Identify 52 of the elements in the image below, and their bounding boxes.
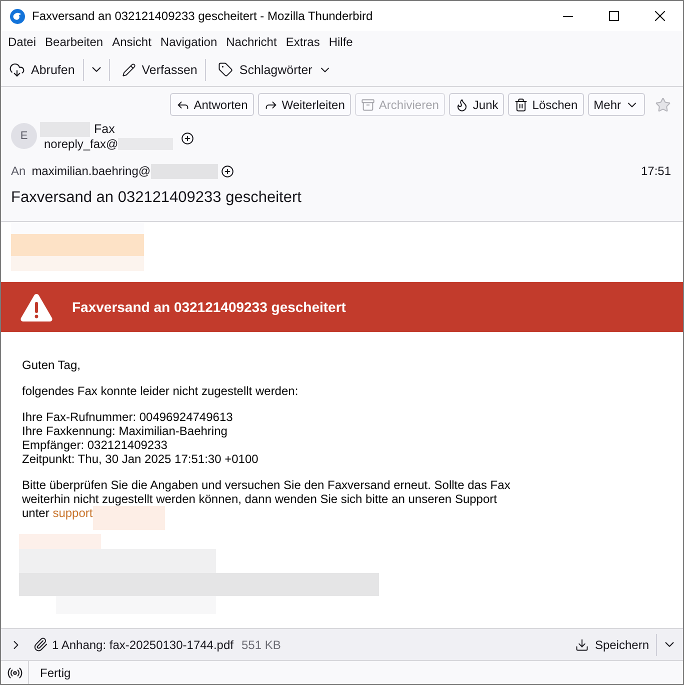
banner-title: Faxversand an 032121409233 gescheitert xyxy=(72,299,346,315)
menu-item[interactable]: Navigation xyxy=(156,33,222,51)
avatar: E xyxy=(11,123,37,149)
paperclip-icon xyxy=(33,637,48,652)
maximize-icon xyxy=(609,11,619,21)
plus-circle-icon[interactable] xyxy=(181,132,194,144)
window-title: Faxversand an 032121409233 gescheitert - Mozilla Thunderbird xyxy=(32,9,373,23)
body-text: Empfänger: 032121409233 xyxy=(22,438,168,452)
tag-icon xyxy=(218,62,234,77)
more-menu-button[interactable]: Mehr xyxy=(588,93,645,116)
menu-item[interactable]: Nachricht xyxy=(222,33,281,51)
get-messages-button[interactable]: Abrufen xyxy=(4,56,80,82)
app-logo-icon xyxy=(10,8,25,24)
menu-item[interactable]: Ansicht xyxy=(108,33,156,51)
body-text: Ihre Fax-Rufnummer: 00496924749613 xyxy=(22,410,233,424)
archive-icon xyxy=(360,98,375,112)
attachment-size: 551 KB xyxy=(242,638,281,652)
download-icon xyxy=(574,638,589,652)
trash-icon xyxy=(514,98,528,112)
body-text: Guten Tag, xyxy=(22,358,80,372)
body-text: Ihre Faxkennung: Maximilian-Baehring xyxy=(22,424,228,438)
save-button[interactable]: Speichern xyxy=(570,632,653,658)
status-text: Fertig xyxy=(40,666,71,680)
menu-item[interactable]: Datei xyxy=(4,33,40,51)
tags-button[interactable]: Schlagwörter xyxy=(213,56,338,82)
message-action-button[interactable]: Weiterleiten xyxy=(258,93,351,116)
close-icon xyxy=(655,11,665,21)
message-subject: Faxversand an 032121409233 gescheitert xyxy=(11,189,302,207)
menu-item[interactable]: Extras xyxy=(282,33,324,51)
cloud-download-icon xyxy=(9,62,25,78)
message-action-button[interactable]: Löschen xyxy=(508,93,584,116)
message-action-button[interactable]: Antworten xyxy=(170,93,254,116)
body-text: folgendes Fax konnte leider nicht zugestellt werden: xyxy=(22,384,298,398)
attachment-summary: 1 Anhang: fax-20250130-1744.pdf xyxy=(52,638,234,652)
plus-circle-icon[interactable] xyxy=(220,164,234,178)
sender-name: Fax xyxy=(94,122,115,136)
pencil-icon xyxy=(122,62,136,76)
recipient-email: maximilian.baehring@ xyxy=(32,164,151,178)
menu-item[interactable]: Bearbeiten xyxy=(41,33,108,51)
recipient-label: An xyxy=(11,164,26,178)
flame-icon xyxy=(454,98,469,112)
star-icon[interactable] xyxy=(655,96,671,112)
warning-icon xyxy=(20,292,53,322)
message-action-button[interactable]: Junk xyxy=(448,93,504,116)
body-text: Zeitpunkt: Thu, 30 Jan 2025 17:51:30 +0100 xyxy=(22,452,258,466)
menu-item[interactable]: Hilfe xyxy=(324,33,357,51)
body-paragraph: Bitte überprüfen Sie die Angaben und versuchen Sie den Faxversand erneut. Sollte das Fax weiterhin nicht zugestellt werden können, dann wenden Sie sich bitte an unseren Support unter support xyxy=(22,478,527,530)
message-time: 17:51 xyxy=(640,164,671,178)
sender-email: noreply_fax@ xyxy=(44,137,118,151)
online-status-icon xyxy=(6,664,22,680)
support-link[interactable]: support xyxy=(52,506,93,520)
compose-button[interactable]: Verfassen xyxy=(116,56,202,82)
